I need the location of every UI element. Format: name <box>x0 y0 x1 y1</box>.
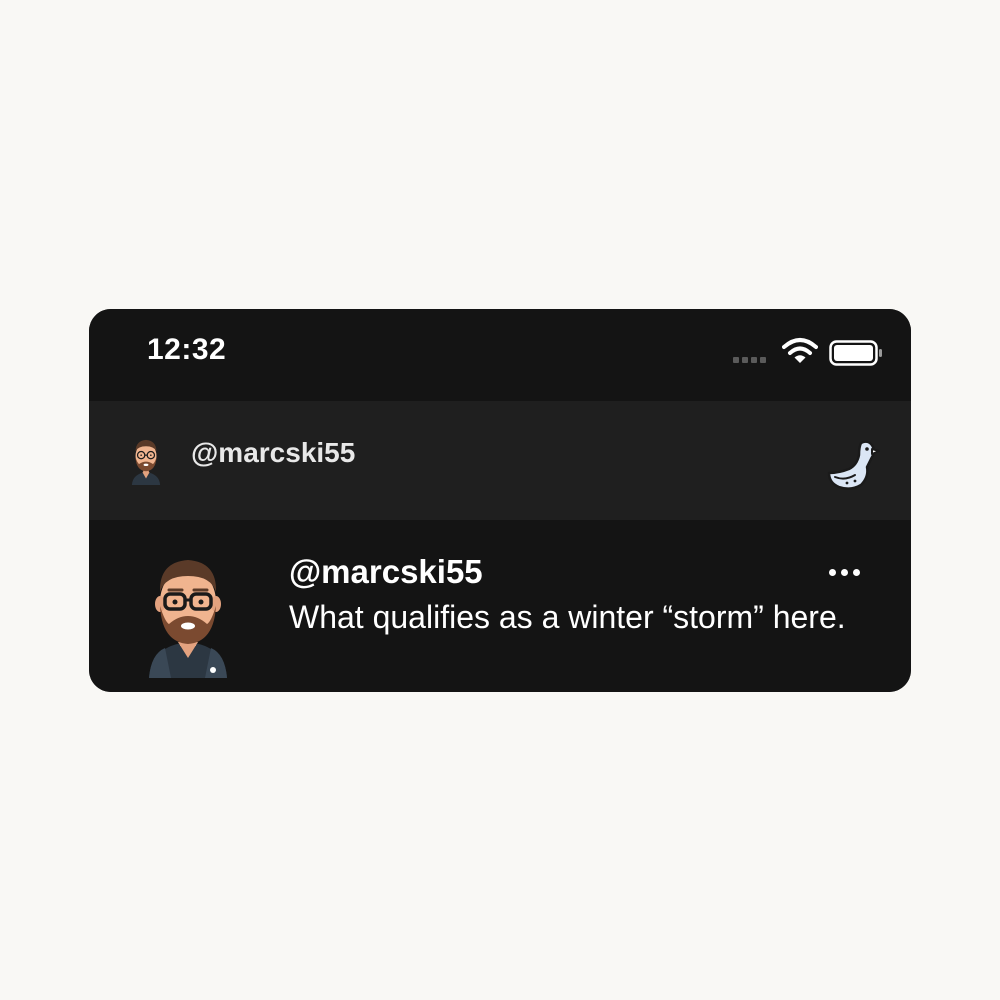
post-username[interactable]: @marcski55 <box>289 553 483 591</box>
more-options-icon <box>829 568 836 576</box>
post: @marcski55 What qualifies as a winter “s… <box>89 520 911 692</box>
nav-username[interactable]: @marcski55 <box>191 437 355 469</box>
user-avatar-icon[interactable] <box>126 435 166 485</box>
signal-dots-icon <box>733 357 766 363</box>
status-bar: 12:32 <box>89 309 911 401</box>
more-options-button[interactable] <box>829 564 865 580</box>
battery-icon <box>829 340 882 366</box>
post-avatar-icon[interactable] <box>145 554 231 678</box>
wifi-icon <box>782 338 818 363</box>
app-window: 12:32 @marcski55 @marcski55 What qualifi… <box>89 309 911 692</box>
status-time: 12:32 <box>147 333 227 366</box>
nav-bar: @marcski55 <box>89 401 911 520</box>
goose-logo-icon[interactable] <box>825 437 883 493</box>
post-text: What qualifies as a winter “storm” here. <box>289 599 846 635</box>
